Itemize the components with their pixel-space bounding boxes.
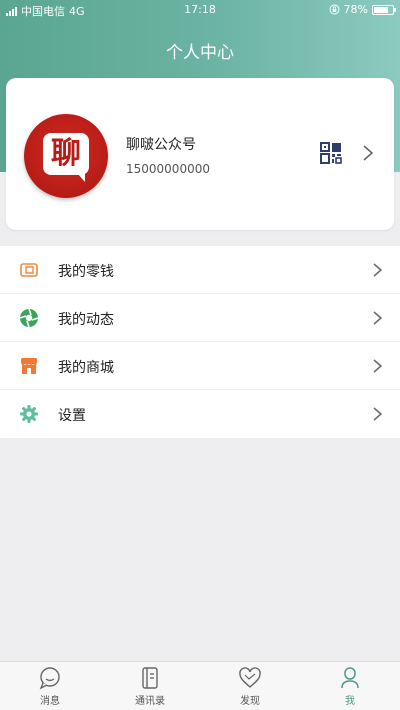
chevron-right-icon	[373, 311, 383, 325]
avatar[interactable]: 聊	[24, 114, 108, 198]
menu-item-wallet[interactable]: 我的零钱	[0, 246, 400, 294]
status-right: 78%	[329, 3, 396, 16]
battery-percent: 78%	[343, 3, 368, 16]
chat-bubble-icon	[39, 667, 60, 690]
wallet-icon	[20, 263, 38, 277]
battery-icon	[372, 4, 396, 15]
status-bar: 中国电信 4G 17:18 78%	[0, 0, 400, 20]
battery-fill	[374, 6, 389, 13]
menu-item-label: 设置	[58, 408, 86, 424]
chevron-right-icon	[373, 359, 383, 373]
tab-label: 消息	[40, 696, 60, 707]
profile-name: 聊啵公众号	[126, 137, 196, 153]
tab-label: 通讯录	[135, 696, 165, 707]
tab-discover[interactable]: 发现	[200, 662, 300, 710]
profile-phone: 15000000000	[126, 162, 210, 176]
tab-me[interactable]: 我	[300, 662, 400, 710]
chevron-right-icon[interactable]	[362, 144, 374, 162]
tab-contacts[interactable]: 通讯录	[100, 662, 200, 710]
tab-messages[interactable]: 消息	[0, 662, 100, 710]
heart-icon	[239, 667, 261, 688]
orientation-lock-icon	[329, 4, 340, 15]
gear-icon	[20, 405, 38, 423]
tab-bar: 消息 通讯录 发现 我	[0, 661, 400, 710]
tab-label: 发现	[240, 696, 260, 707]
store-icon	[21, 358, 37, 374]
qr-code-icon[interactable]	[320, 142, 342, 164]
menu-list: 我的零钱 我的动态 我的商城 设置	[0, 246, 400, 438]
avatar-logo: 聊	[43, 133, 89, 182]
aperture-icon	[19, 308, 39, 328]
menu-item-label: 我的动态	[58, 312, 114, 328]
menu-item-settings[interactable]: 设置	[0, 390, 400, 438]
tab-label: 我	[345, 696, 355, 707]
menu-item-moments[interactable]: 我的动态	[0, 294, 400, 342]
contacts-book-icon	[142, 667, 158, 689]
menu-item-label: 我的商城	[58, 360, 114, 376]
person-icon	[341, 667, 359, 689]
profile-screen: 中国电信 4G 17:18 78% 个人中心 聊 聊啵公众号 150000000…	[0, 0, 400, 710]
chevron-right-icon	[373, 263, 383, 277]
menu-item-label: 我的零钱	[58, 264, 114, 280]
page-title: 个人中心	[166, 43, 234, 63]
menu-item-store[interactable]: 我的商城	[0, 342, 400, 390]
profile-card[interactable]: 聊 聊啵公众号 15000000000	[6, 78, 394, 230]
chevron-right-icon	[373, 407, 383, 421]
